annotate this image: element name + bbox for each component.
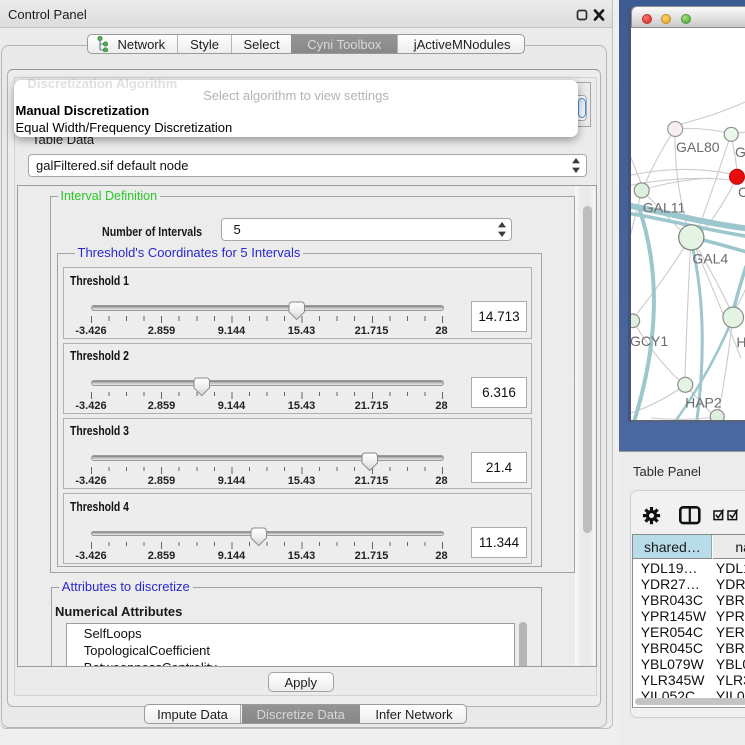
svg-text:GAL4: GAL4 bbox=[692, 251, 728, 267]
svg-text:GCY1: GCY1 bbox=[631, 333, 668, 349]
svg-text:GAL11: GAL11 bbox=[643, 200, 686, 216]
svg-text:GA: GA bbox=[735, 144, 745, 160]
svg-text:H: H bbox=[736, 334, 745, 350]
svg-text:GAL80: GAL80 bbox=[676, 139, 720, 155]
svg-text:HAP2: HAP2 bbox=[685, 395, 722, 411]
svg-text:C: C bbox=[738, 184, 745, 200]
